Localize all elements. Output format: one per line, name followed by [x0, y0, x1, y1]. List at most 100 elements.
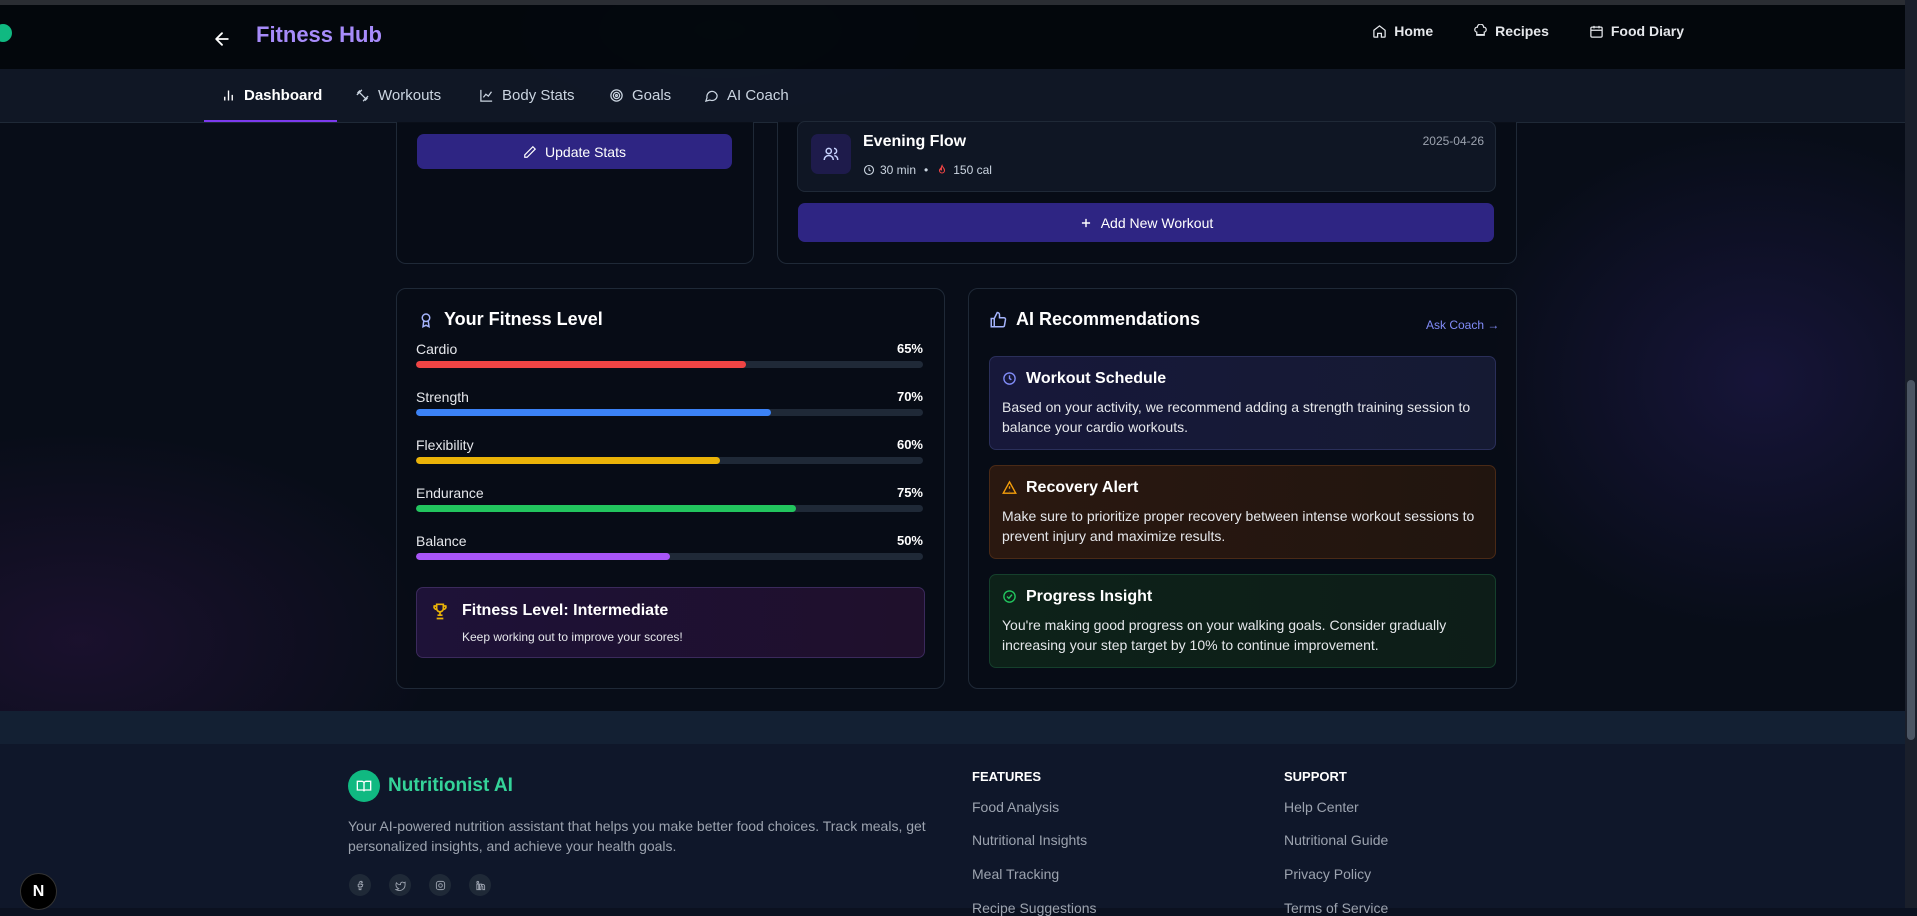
footer-link[interactable]: Help Center [1284, 799, 1359, 815]
skill-progress-fill [416, 457, 721, 464]
skill-progress-bar [416, 505, 923, 512]
footer-link[interactable]: Recipe Suggestions [972, 900, 1097, 916]
skill-progress-fill [416, 361, 746, 368]
back-arrow-icon[interactable] [212, 29, 232, 49]
skill-percent: 70% [896, 389, 923, 404]
clock-icon [863, 164, 875, 176]
footer-link[interactable]: Terms of Service [1284, 900, 1388, 916]
trophy-icon [433, 603, 447, 620]
dumbbell-icon [356, 89, 369, 102]
skill-percent: 75% [896, 485, 923, 500]
skill-progress-bar [416, 553, 923, 560]
workout-type-badge [811, 134, 851, 174]
skill-progress-fill [416, 409, 771, 416]
rec-workout-schedule: Workout Schedule Based on your activity,… [989, 356, 1496, 450]
skill-percent: 65% [896, 341, 923, 356]
skill-percent: 50% [896, 533, 923, 548]
home-icon [1373, 24, 1387, 38]
linkedin-icon[interactable] [469, 874, 491, 896]
fitness-level-value: Fitness Level: Intermediate [462, 602, 669, 619]
tab-label: AI Coach [727, 87, 789, 104]
instagram-icon[interactable] [429, 874, 451, 896]
workout-title: Evening Flow [863, 133, 967, 150]
skill-label: Endurance [416, 485, 484, 501]
ai-recommendations-header: AI Recommendations [989, 309, 1200, 330]
chat-bubble-icon [704, 90, 718, 103]
tab-workouts[interactable]: Workouts [355, 69, 441, 122]
tab-label: Body Stats [502, 87, 575, 104]
footer-band [0, 711, 1905, 744]
body-stats-card: Update Stats [396, 122, 754, 264]
support-heading: SUPPORT [1284, 769, 1347, 784]
award-icon [421, 312, 431, 328]
nav-recipes-label: Recipes [1495, 23, 1549, 39]
page-scrollbar[interactable] [1905, 0, 1917, 908]
add-workout-button[interactable]: Add New Workout [798, 203, 1494, 242]
footer-link[interactable]: Nutritional Guide [1284, 832, 1388, 848]
rec-title: Progress Insight [1026, 588, 1153, 605]
workout-date: 2025-04-26 [1422, 134, 1484, 148]
footer-brand: Nutritionist AI [388, 775, 513, 796]
fitness-level-header: Your Fitness Level [417, 309, 603, 330]
nav-home[interactable]: Home [1372, 23, 1433, 39]
nav-recipes[interactable]: Recipes [1473, 23, 1549, 39]
footer-link[interactable]: Food Analysis [972, 799, 1059, 815]
dev-tools-badge[interactable]: N [20, 873, 57, 910]
workout-item[interactable]: Evening Flow 30 min • 150 cal 2025-04-26 [797, 121, 1496, 192]
ask-coach-link[interactable]: Ask Coach → [1426, 318, 1499, 332]
features-heading: FEATURES [972, 769, 1042, 784]
top-nav: Home Recipes Food Diary [1332, 23, 1684, 39]
skill-label: Balance [416, 533, 467, 549]
target-icon [610, 89, 623, 102]
skill-progress-bar [416, 361, 923, 368]
scrollbar-thumb[interactable] [1907, 380, 1915, 740]
plus-icon [1081, 218, 1090, 227]
rec-progress-insight: Progress Insight You're making good prog… [989, 574, 1496, 668]
tab-dashboard[interactable]: Dashboard [203, 69, 338, 122]
skill-progress-bar [416, 409, 923, 416]
fitness-level-hint: Keep working out to improve your scores! [462, 630, 683, 644]
tab-label: Goals [632, 87, 672, 104]
skill-progress-fill [416, 505, 797, 512]
line-chart-icon [480, 89, 493, 102]
ai-recommendations-title: AI Recommendations [1016, 309, 1201, 329]
workout-calories: 150 cal [953, 163, 992, 177]
thumbs-up-icon [990, 311, 1007, 327]
tab-label: Workouts [378, 87, 442, 104]
fitness-level-summary: Fitness Level: Intermediate Keep working… [416, 587, 925, 658]
footer-link[interactable]: Nutritional Insights [972, 832, 1087, 848]
footer-description: Your AI-powered nutrition assistant that… [348, 818, 926, 854]
nav-food-diary-label: Food Diary [1610, 23, 1684, 39]
meta-separator: • [924, 163, 929, 177]
rec-body: Make sure to prioritize proper recovery … [1002, 508, 1475, 544]
update-stats-button[interactable]: Update Stats [417, 134, 732, 169]
skill-label: Strength [416, 389, 469, 405]
footer-link[interactable]: Privacy Policy [1284, 866, 1371, 882]
update-stats-label: Update Stats [545, 143, 626, 160]
skill-label: Cardio [416, 341, 458, 357]
add-workout-label: Add New Workout [1100, 214, 1214, 231]
skill-percent: 60% [896, 437, 923, 452]
bar-chart-icon [224, 90, 233, 101]
twitter-icon[interactable] [389, 874, 411, 896]
tab-ai-coach[interactable]: AI Coach [704, 69, 789, 122]
app-header: Fitness Hub Home Recipes Food Diary [0, 5, 1905, 69]
users-icon [823, 147, 839, 161]
footer-link[interactable]: Meal Tracking [972, 866, 1059, 882]
warning-icon [1002, 480, 1017, 494]
nav-food-diary[interactable]: Food Diary [1589, 23, 1684, 39]
footer-logo [348, 770, 380, 802]
tab-goals[interactable]: Goals [609, 69, 671, 122]
rec-title: Recovery Alert [1026, 479, 1139, 496]
tab-label: Dashboard [244, 87, 323, 104]
app-title[interactable]: Fitness Hub [256, 22, 382, 48]
tab-body-stats[interactable]: Body Stats [479, 69, 575, 122]
rec-recovery-alert: Recovery Alert Make sure to prioritize p… [989, 465, 1496, 559]
skill-progress-bar [416, 457, 923, 464]
site-footer [0, 711, 1905, 908]
skill-progress-fill [416, 553, 670, 560]
section-tabs: Dashboard Workouts Body Stats Goals AI C… [0, 69, 1905, 123]
fitness-level-title: Your Fitness Level [444, 309, 603, 329]
open-book-icon [356, 780, 372, 792]
facebook-icon[interactable] [349, 874, 371, 896]
